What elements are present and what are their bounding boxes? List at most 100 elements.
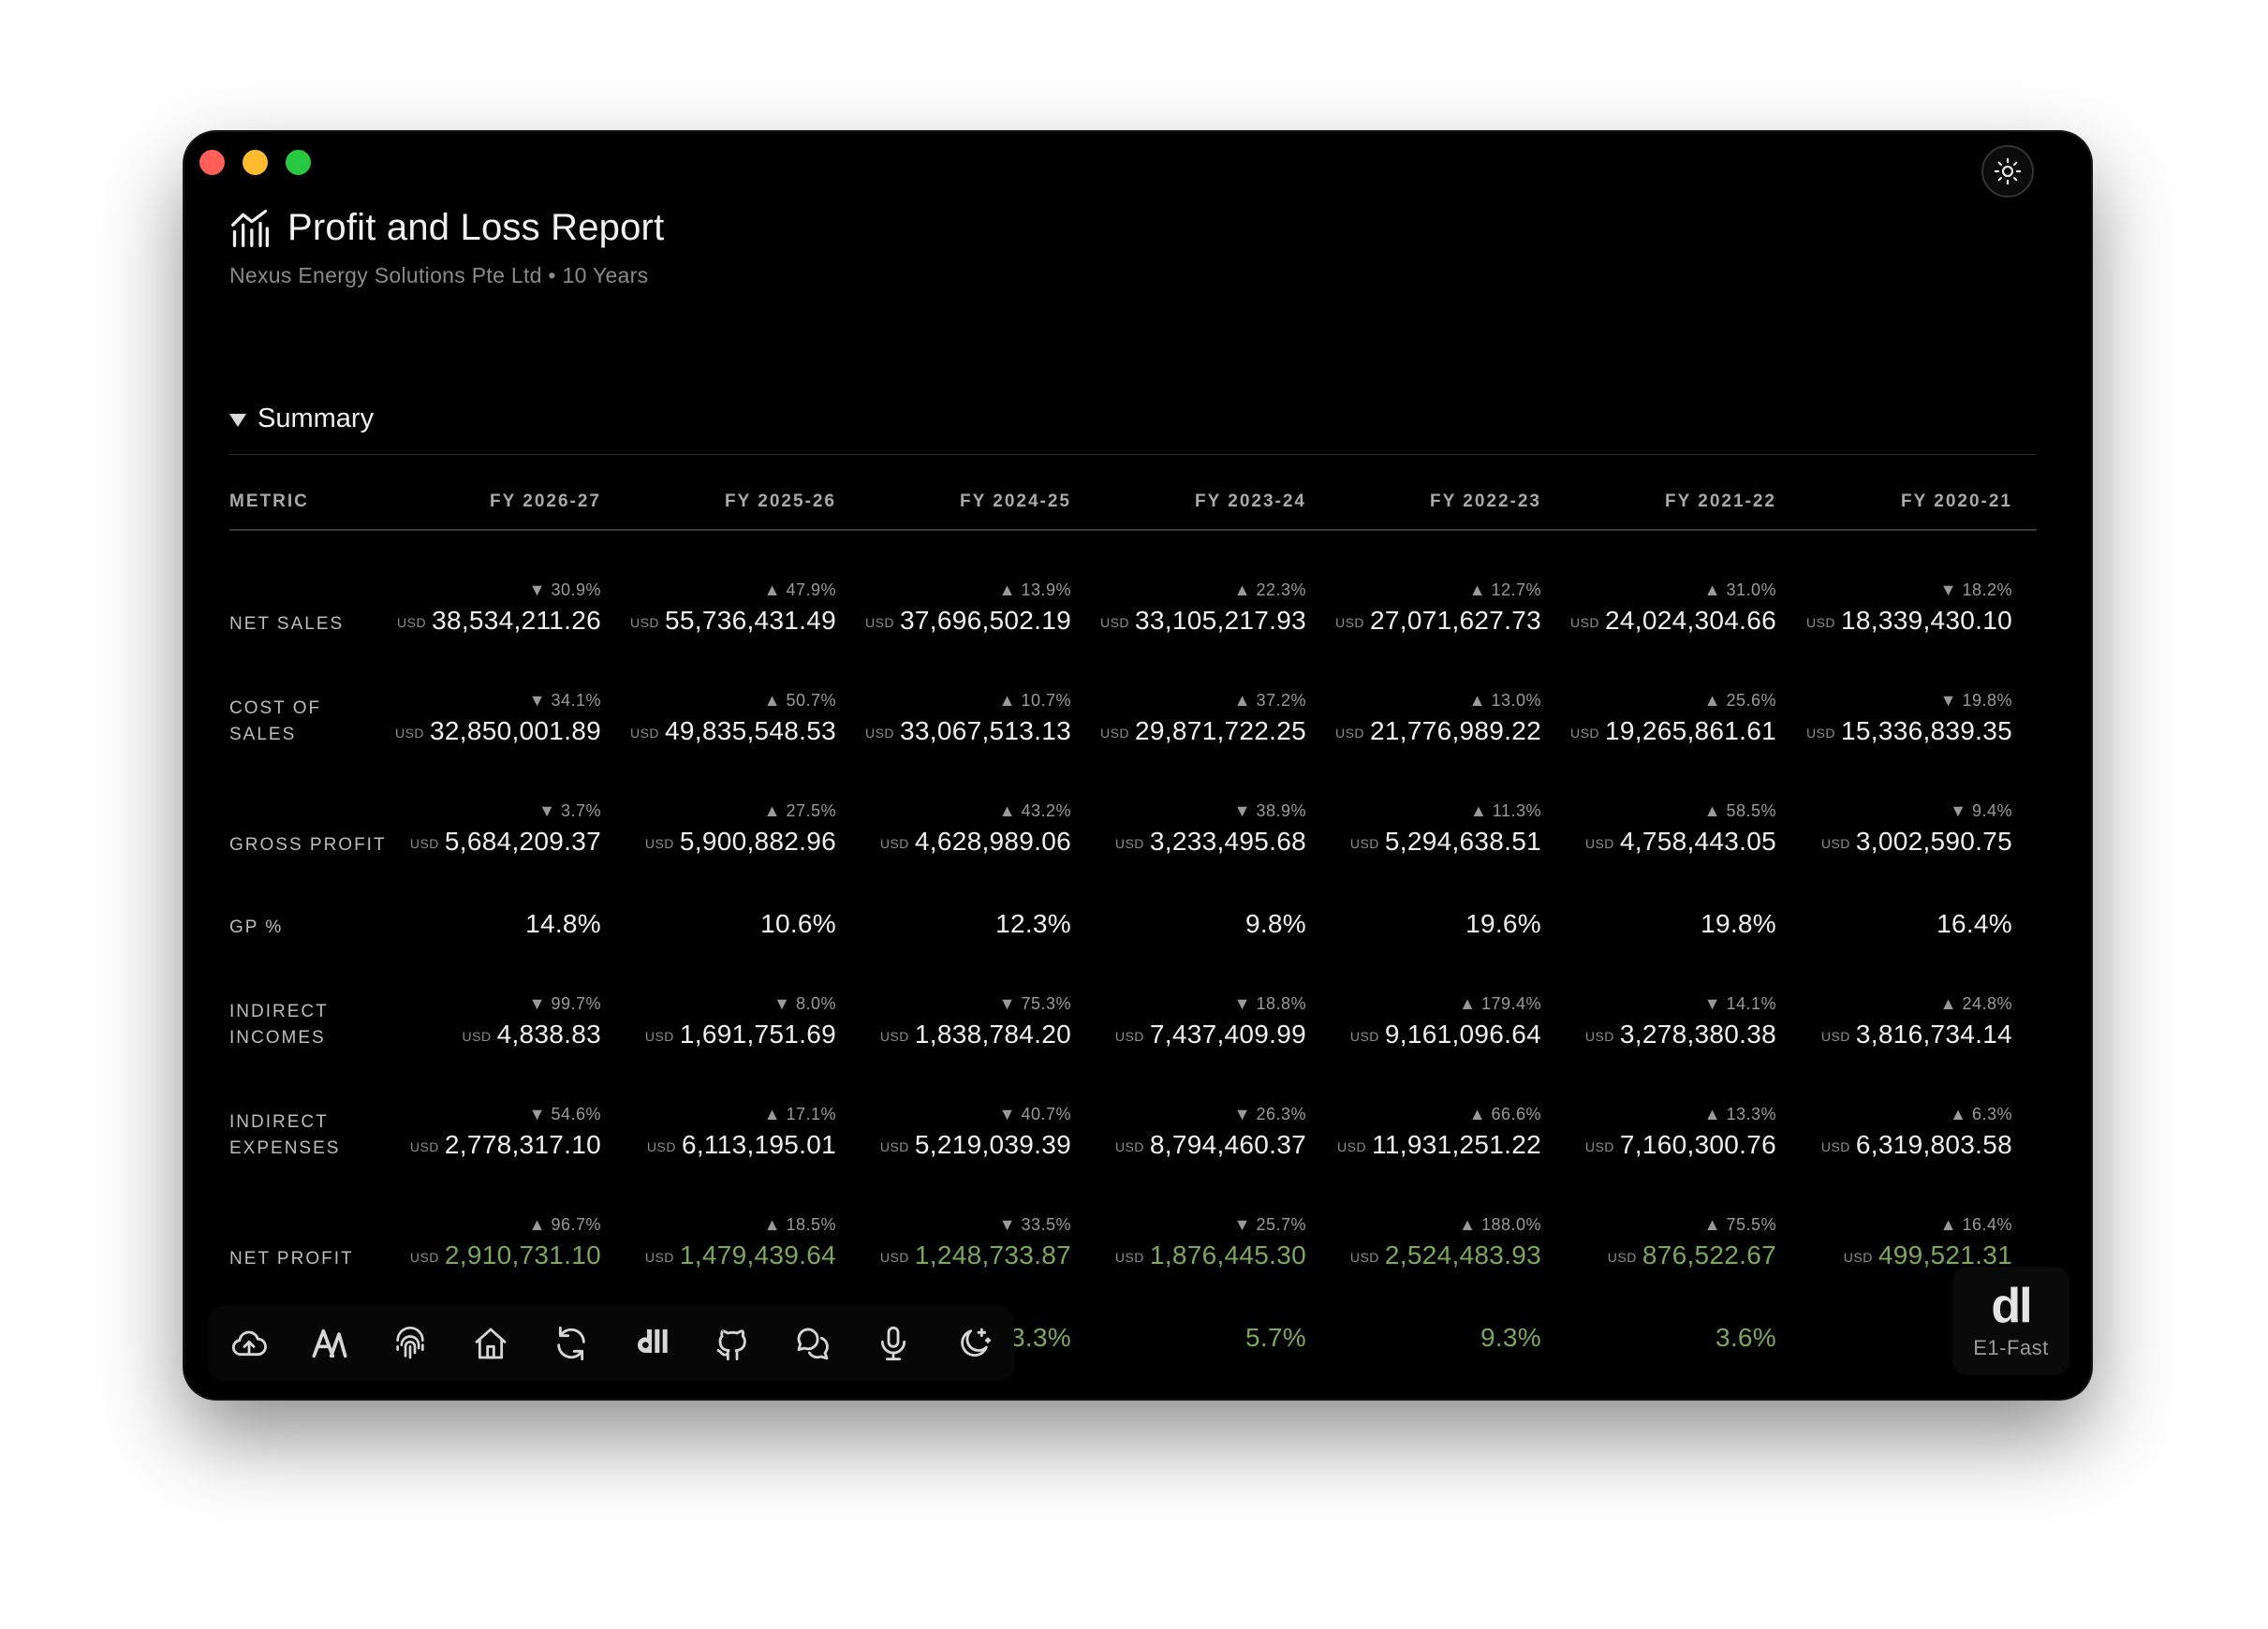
currency-label: USD [644,836,674,851]
currency-label: USD [397,615,427,630]
amount-number: 5,219,039.39 [914,1130,1071,1159]
amount-value: USD 5,900,882.96 [626,827,836,857]
currency-label: USD [1843,1250,1873,1265]
amount-value: 3.6% [1566,1323,1776,1353]
currency-label: USD [879,1139,909,1154]
currency-label: USD [1820,836,1850,851]
amount-value: USD 6,319,803.58 [1801,1130,2012,1160]
github-button[interactable] [692,1306,773,1381]
caret-down-icon [229,413,246,427]
amount-number: 5.7% [1244,1323,1306,1352]
app-window: Profit and Loss Report Nexus Energy Solu… [184,132,2091,1399]
change-indicator: ▼ 18.2% [1939,580,2012,599]
change-indicator: ▼ 14.1% [1703,994,1776,1013]
table-row: NET SALES ▼ 30.9% USD 38,534,211.26 ▲ 47.9% U… [229,530,2037,649]
amount-number: 4,628,989.06 [914,827,1071,856]
theme-toggle-button[interactable] [1981,145,2034,198]
value-cell: ▼ 26.3% USD 8,794,460.37 [1096,1063,1331,1173]
currency-label: USD [1349,1250,1379,1265]
currency-label: USD [394,726,425,741]
amount-value: 19.6% [1331,909,1541,939]
amount-value: USD 6,113,195.01 [626,1130,836,1160]
value-cell: ▲ 58.5% USD 4,758,443.05 [1566,759,1801,870]
value-cell: 19.8% [1566,870,1801,952]
change-indicator: ▼ 40.7% [998,1105,1071,1123]
value-cell: ▲ 24.8% USD 3,816,734.14 [1801,952,2037,1063]
close-window-button[interactable] [199,150,225,175]
home-icon [475,1328,507,1359]
amount-value: USD 24,024,304.66 [1566,606,1776,636]
currency-label: USD [1349,1029,1379,1044]
minimize-window-button[interactable] [243,150,268,175]
value-cell: ▲ 47.9% USD 55,736,431.49 [626,530,861,649]
metric-label: INDIRECT EXPENSES [229,1112,341,1158]
upload-button[interactable] [209,1306,289,1381]
value-cell: ▲ 96.7% USD 2,910,731.10 [390,1173,626,1284]
currency-label: USD [409,1139,439,1154]
typography-button[interactable] [289,1306,370,1381]
value-cell: ▼ 8.0% USD 1,691,751.69 [626,952,861,1063]
amount-number: 9.3% [1480,1323,1541,1352]
change-indicator: ▲ 18.5% [763,1215,836,1234]
change-indicator: ▲ 12.7% [1468,580,1541,599]
home-button[interactable] [450,1306,531,1381]
model-badge[interactable]: dl E1-Fast [1952,1267,2069,1375]
maximize-window-button[interactable] [286,150,311,175]
amount-value: USD 27,071,627.73 [1331,606,1541,636]
amount-value: USD 37,696,502.19 [861,606,1071,636]
amount-number: 876,522.67 [1642,1240,1776,1269]
value-cell: ▲ 13.0% USD 21,776,989.22 [1331,649,1566,759]
table-row: GP % 14.8% 10.6% 12.3% 9.8% 19.6% 19.8% 16.4% [229,870,2037,952]
voice-button[interactable] [853,1306,934,1381]
amount-value: USD 1,479,439.64 [626,1240,836,1270]
amount-value: 19.8% [1566,909,1776,939]
summary-section-toggle[interactable]: Summary [229,404,374,434]
model-name: E1-Fast [1973,1336,2049,1359]
amount-value: USD 5,294,638.51 [1331,827,1541,857]
amount-value: USD 21,776,989.22 [1331,716,1541,746]
metric-column-header: METRIC [229,475,390,531]
amount-value: 9.8% [1096,909,1306,939]
amount-number: 8,794,460.37 [1149,1130,1306,1159]
refresh-button[interactable] [531,1306,611,1381]
change-indicator: ▲ 16.4% [1939,1215,2012,1234]
change-indicator: ▲ 6.3% [1950,1105,2012,1123]
amount-value: USD 2,778,317.10 [390,1130,601,1160]
currency-label: USD [1334,615,1365,630]
amount-number: 6,113,195.01 [681,1130,836,1159]
amount-number: 27,071,627.73 [1370,606,1541,635]
value-cell: ▲ 18.5% USD 1,479,439.64 [626,1173,861,1284]
value-cell: ▼ 75.3% USD 1,838,784.20 [861,952,1096,1063]
value-cell: ▲ 31.0% USD 24,024,304.66 [1566,530,1801,649]
currency-label: USD [1349,836,1379,851]
amount-number: 29,871,722.25 [1135,716,1306,745]
amount-number: 6,319,803.58 [1855,1130,2012,1159]
amount-value: 10.6% [626,909,836,939]
value-cell: ▲ 66.6% USD 11,931,251.22 [1331,1063,1566,1173]
amount-number: 3,233,495.68 [1149,827,1306,856]
amount-value: USD 1,248,733.87 [861,1240,1071,1270]
amount-number: 5,900,882.96 [679,827,836,856]
amount-value: USD 5,684,209.37 [390,827,601,857]
night-mode-button[interactable] [934,1306,1014,1381]
value-cell: ▲ 50.7% USD 49,835,548.53 [626,649,861,759]
amount-value: USD 5,219,039.39 [861,1130,1071,1160]
bottom-toolbar [209,1306,1014,1381]
biometric-button[interactable] [370,1306,450,1381]
year-column-header: FY 2023-24 [1096,475,1331,531]
value-cell: 5.7% [1096,1284,1331,1366]
change-indicator: ▲ 22.3% [1233,580,1306,599]
currency-label: USD [462,1029,492,1044]
currency-label: USD [1114,1029,1144,1044]
table-row: NET PROFIT ▲ 96.7% USD 2,910,731.10 ▲ 18.5% U… [229,1173,2037,1284]
change-indicator: ▲ 13.3% [1703,1105,1776,1123]
amount-value: 9.3% [1331,1323,1541,1353]
brand-button[interactable] [611,1306,692,1381]
chat-button[interactable] [773,1306,853,1381]
change-indicator: ▼ 8.0% [773,994,836,1013]
amount-value: 12.3% [861,909,1071,939]
value-cell: ▼ 19.8% USD 15,336,839.35 [1801,649,2037,759]
amount-value: USD 2,524,483.93 [1331,1240,1541,1270]
value-cell: ▼ 14.1% USD 3,278,380.38 [1566,952,1801,1063]
amount-value: 14.8% [390,909,601,939]
